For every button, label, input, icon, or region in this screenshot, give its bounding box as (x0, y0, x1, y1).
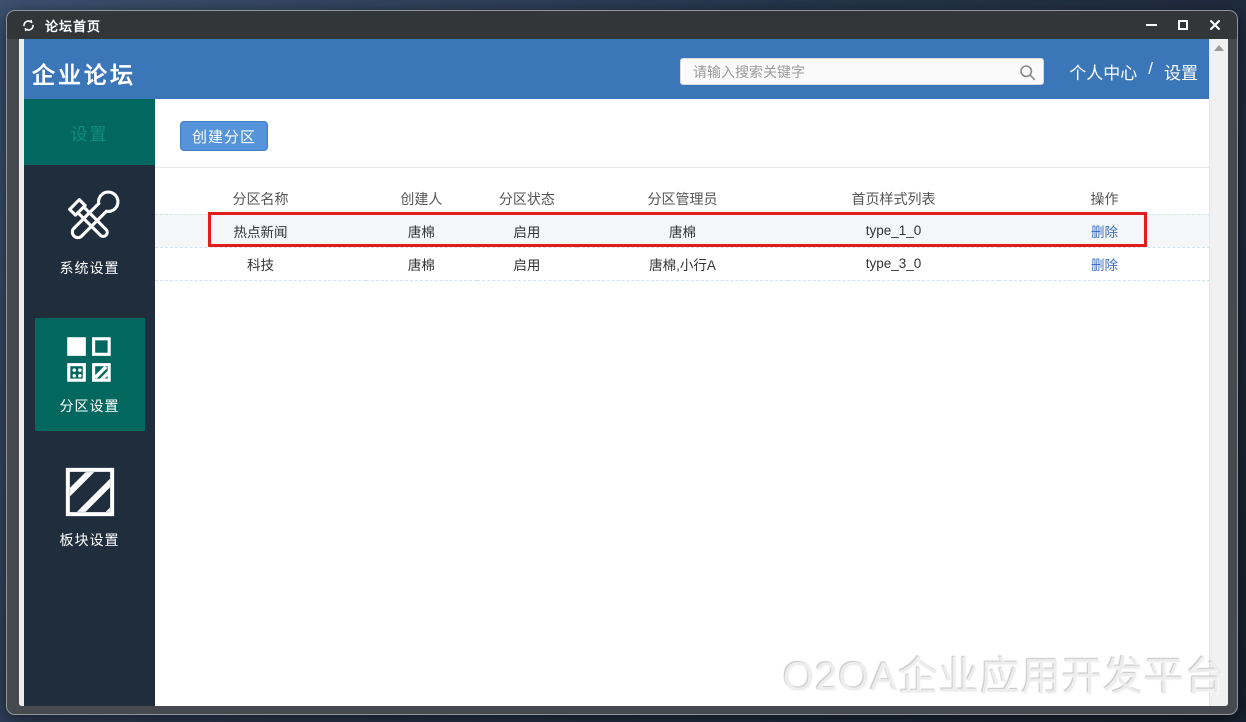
settings-link[interactable]: 设置 (1164, 59, 1198, 84)
cell-partition-name: 热点新闻 (155, 213, 366, 247)
close-icon[interactable] (1209, 19, 1221, 31)
cell-status: 启用 (476, 213, 577, 247)
tools-icon (67, 190, 119, 240)
sidebar: 设置 系统设置 分区设置 板块设置 (24, 99, 155, 706)
user-links: 个人中心 / 设置 (1069, 59, 1198, 84)
cell-partition-name: 科技 (155, 246, 366, 281)
cell-creator: 唐棉 (366, 213, 477, 247)
scroll-up-icon[interactable] (1214, 45, 1224, 51)
sidebar-item-label: 分区设置 (59, 398, 120, 414)
links-separator: / (1148, 59, 1153, 78)
table-row[interactable]: 科技 唐棉 启用 唐棉,小行A type_3_0 删除 (155, 246, 1210, 281)
title-bar: 论坛首页 (7, 11, 1237, 39)
vertical-scrollbar[interactable] (1209, 39, 1228, 706)
create-partition-button[interactable]: 创建分区 (180, 121, 268, 151)
app-viewport: 企业论坛 个人中心 / 设置 设置 (19, 39, 1228, 706)
search-box (680, 58, 1044, 85)
sidebar-item-partition-settings[interactable]: 分区设置 (34, 318, 145, 431)
sidebar-item-board-settings[interactable]: 板块设置 (24, 461, 155, 550)
grid-squares-icon (66, 337, 111, 382)
cell-style: type_3_0 (787, 246, 999, 281)
cell-style: type_1_0 (787, 213, 999, 247)
left-gutter (19, 39, 24, 706)
search-input[interactable] (681, 59, 1043, 84)
cell-status: 启用 (476, 246, 577, 281)
window-title: 论坛首页 (45, 18, 102, 34)
profile-link[interactable]: 个人中心 (1069, 59, 1137, 84)
page: 企业论坛 个人中心 / 设置 设置 (24, 39, 1210, 706)
sidebar-item-system-settings[interactable]: 系统设置 (24, 189, 155, 278)
sidebar-section-title: 设置 (24, 99, 155, 165)
main-content: 创建分区 分区名称 创建人 分区状态 分区管理员 首页样式列表 操作 热点新闻 … (155, 99, 1210, 706)
table-body: 热点新闻 唐棉 启用 唐棉 type_1_0 删除 科技 唐棉 启用 唐棉,小行… (155, 213, 1210, 281)
striped-square-icon (65, 467, 114, 517)
sidebar-item-label: 系统设置 (59, 260, 120, 276)
sidebar-item-label: 板块设置 (59, 532, 120, 548)
app-title: 企业论坛 (32, 62, 136, 88)
column-header: 首页样式列表 (851, 191, 936, 208)
search-icon[interactable] (1019, 64, 1036, 81)
column-header: 分区管理员 (647, 191, 718, 208)
cell-action: 删除 (998, 246, 1210, 281)
refresh-icon[interactable] (21, 18, 36, 33)
column-header: 分区状态 (498, 191, 555, 208)
table-row[interactable]: 热点新闻 唐棉 启用 唐棉 type_1_0 删除 (155, 213, 1210, 247)
column-header: 操作 (1090, 191, 1119, 208)
cell-action: 删除 (998, 213, 1210, 247)
column-header: 创建人 (400, 191, 443, 208)
column-header: 分区名称 (232, 191, 289, 208)
maximize-icon[interactable] (1178, 20, 1188, 30)
cell-admin: 唐棉,小行A (576, 246, 788, 281)
delete-link[interactable]: 删除 (1091, 258, 1118, 273)
delete-link[interactable]: 删除 (1091, 225, 1118, 240)
cell-admin: 唐棉 (576, 213, 788, 247)
header-divider (155, 167, 1210, 168)
minimize-icon[interactable] (1146, 24, 1157, 26)
partition-table: 分区名称 创建人 分区状态 分区管理员 首页样式列表 操作 热点新闻 唐棉 启用… (155, 185, 1210, 281)
app-header: 企业论坛 个人中心 / 设置 (24, 39, 1210, 99)
table-header-row: 分区名称 创建人 分区状态 分区管理员 首页样式列表 操作 (155, 185, 1210, 214)
cell-creator: 唐棉 (366, 246, 477, 281)
app-window: 论坛首页 企业论坛 个人中心 (6, 10, 1238, 715)
